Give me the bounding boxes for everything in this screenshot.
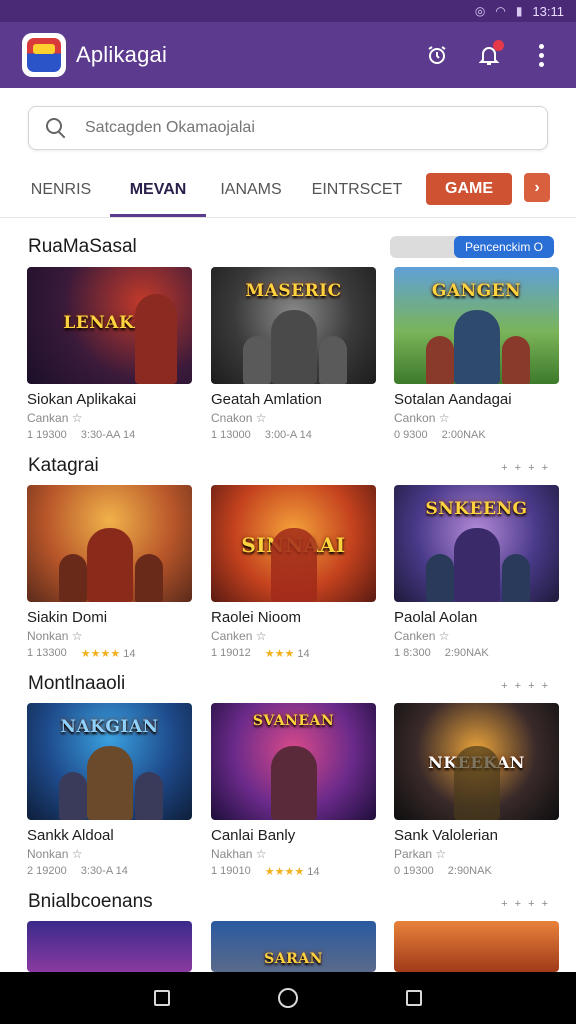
card-meta: 1 19012 ★★★ 14 — [211, 647, 310, 660]
card-meta: 0 19300 2:90NAK — [394, 865, 492, 877]
card-meta: 0 9300 2:00NAK — [394, 429, 486, 441]
card-meta: 1 19300 3:30-AA 14 — [27, 429, 136, 441]
game-thumbnail — [394, 921, 559, 972]
section-title: RuaMaSasal — [28, 236, 137, 257]
tab-eintrscet[interactable]: EINTRSCET — [302, 164, 412, 216]
card-developer: Canken ☆ — [211, 629, 267, 643]
battery-icon: ▮ — [515, 4, 523, 18]
status-bar: ◎ ◠ ▮ 13:11 — [0, 0, 576, 22]
search-bar[interactable] — [28, 106, 548, 150]
card-title: Sank Valolerian — [394, 827, 498, 844]
section-more-icon[interactable]: + + + + — [501, 462, 550, 474]
card-meta: 1 19010 ★★★★ 14 — [211, 865, 320, 878]
rating-stars: ★★★ — [264, 648, 295, 660]
game-thumbnail: SNKEENG — [394, 485, 559, 602]
card-developer: Canken ☆ — [394, 629, 450, 643]
game-card[interactable]: SVANEAN Canlai Banly Nakhan ☆ 1 19010 ★★★… — [211, 703, 377, 878]
card-developer: Cnakon ☆ — [211, 411, 267, 425]
game-card[interactable]: MASERIC Geatah Amlation Cnakon ☆ 1 13000… — [211, 267, 377, 441]
section-title: Katagrai — [28, 455, 99, 476]
game-thumbnail — [27, 921, 192, 972]
card-meta: 1 8:300 2:90NAK — [394, 647, 489, 659]
game-card[interactable]: GANGEN Sotalan Aandagai Cankon ☆ 0 9300 2… — [394, 267, 560, 441]
card-title: Geatah Amlation — [211, 391, 322, 408]
search-input[interactable] — [85, 119, 525, 137]
game-thumbnail: NAKGIAN — [27, 703, 192, 820]
card-title: Sankk Aldoal — [27, 827, 114, 844]
card-meta: 2 19200 3:30-A 14 — [27, 865, 128, 877]
game-card[interactable]: SNKEENG Paolal Aolan Canken ☆ 1 8:300 2:9… — [394, 485, 560, 659]
card-title: Sotalan Aandagai — [394, 391, 512, 408]
more-vert-icon[interactable] — [524, 38, 558, 72]
game-card[interactable]: SARAN — [211, 921, 377, 972]
recents-icon[interactable] — [154, 990, 170, 1006]
notification-badge — [493, 40, 504, 51]
game-thumbnail — [27, 485, 192, 602]
section-title: Bnialbcoenans — [28, 891, 153, 912]
game-thumbnail: SINNAAI — [211, 485, 376, 602]
game-card[interactable]: Siakin Domi Nonkan ☆ 1 13300 ★★★★ 14 — [27, 485, 193, 660]
section-title: Montlnaaoli — [28, 673, 126, 694]
section-more-icon[interactable]: + + + + — [501, 680, 550, 692]
card-title: Canlai Banly — [211, 827, 296, 844]
sync-icon: ◎ — [474, 4, 486, 18]
game-card[interactable]: LENAKAI Siokan Aplikakai Cankan ☆ 1 1930… — [27, 267, 193, 441]
back-icon[interactable] — [406, 990, 422, 1006]
card-meta: 1 13000 3:00-A 14 — [211, 429, 312, 441]
chevron-right-icon[interactable]: › — [524, 173, 550, 202]
app-logo[interactable] — [22, 33, 66, 77]
rating-stars: ★★★★ — [264, 866, 305, 878]
card-developer: Nakhan ☆ — [211, 847, 267, 861]
game-thumbnail: LENAKAI — [27, 267, 192, 384]
toggle-label: Pencenckim O — [454, 236, 554, 258]
system-nav-bar — [0, 972, 576, 1024]
card-title: Siakin Domi — [27, 609, 108, 626]
game-thumbnail: MASERIC — [211, 267, 376, 384]
bell-icon[interactable] — [472, 38, 506, 72]
wifi-icon: ◠ — [495, 4, 506, 18]
game-button[interactable]: GAME — [426, 173, 512, 205]
game-thumbnail: SVANEAN — [211, 703, 376, 820]
search-icon — [45, 117, 67, 139]
card-title: Siokan Aplikakai — [27, 391, 137, 408]
rating-stars: ★★★★ — [80, 648, 121, 660]
card-title: Raolei Nioom — [211, 609, 302, 626]
card-meta: 1 13300 ★★★★ 14 — [27, 647, 136, 660]
game-thumbnail: SARAN — [211, 921, 376, 972]
game-card[interactable] — [27, 921, 193, 972]
status-time: 13:11 — [532, 3, 564, 19]
card-developer: Parkan ☆ — [394, 847, 447, 861]
game-card[interactable]: NAKGIAN Sankk Aldoal Nonkan ☆ 2 19200 3:3… — [27, 703, 193, 877]
card-developer: Cankan ☆ — [27, 411, 83, 425]
app-bar: Aplikagai — [0, 22, 576, 88]
game-card[interactable]: NKEEKAN Sank Valolerian Parkan ☆ 0 19300… — [394, 703, 560, 877]
game-card[interactable] — [394, 921, 560, 972]
card-developer: Nonkan ☆ — [27, 847, 83, 861]
section-toggle[interactable]: Pencenckim O — [390, 236, 554, 258]
tab-nenris[interactable]: NENRIS — [22, 164, 100, 216]
alarm-icon[interactable] — [420, 38, 454, 72]
game-card[interactable]: SINNAAI Raolei Nioom Canken ☆ 1 19012★★★… — [211, 485, 377, 660]
tab-ianams[interactable]: IANAMS — [212, 164, 290, 216]
game-thumbnail: NKEEKAN — [394, 703, 559, 820]
tab-mevan[interactable]: MEVAN — [110, 164, 206, 217]
game-thumbnail: GANGEN — [394, 267, 559, 384]
home-icon[interactable] — [278, 988, 298, 1008]
card-developer: Cankon ☆ — [394, 411, 450, 425]
app-title: Aplikagai — [76, 42, 168, 67]
card-title: Paolal Aolan — [394, 609, 478, 626]
card-developer: Nonkan ☆ — [27, 629, 83, 643]
section-more-icon[interactable]: + + + + — [501, 898, 550, 910]
